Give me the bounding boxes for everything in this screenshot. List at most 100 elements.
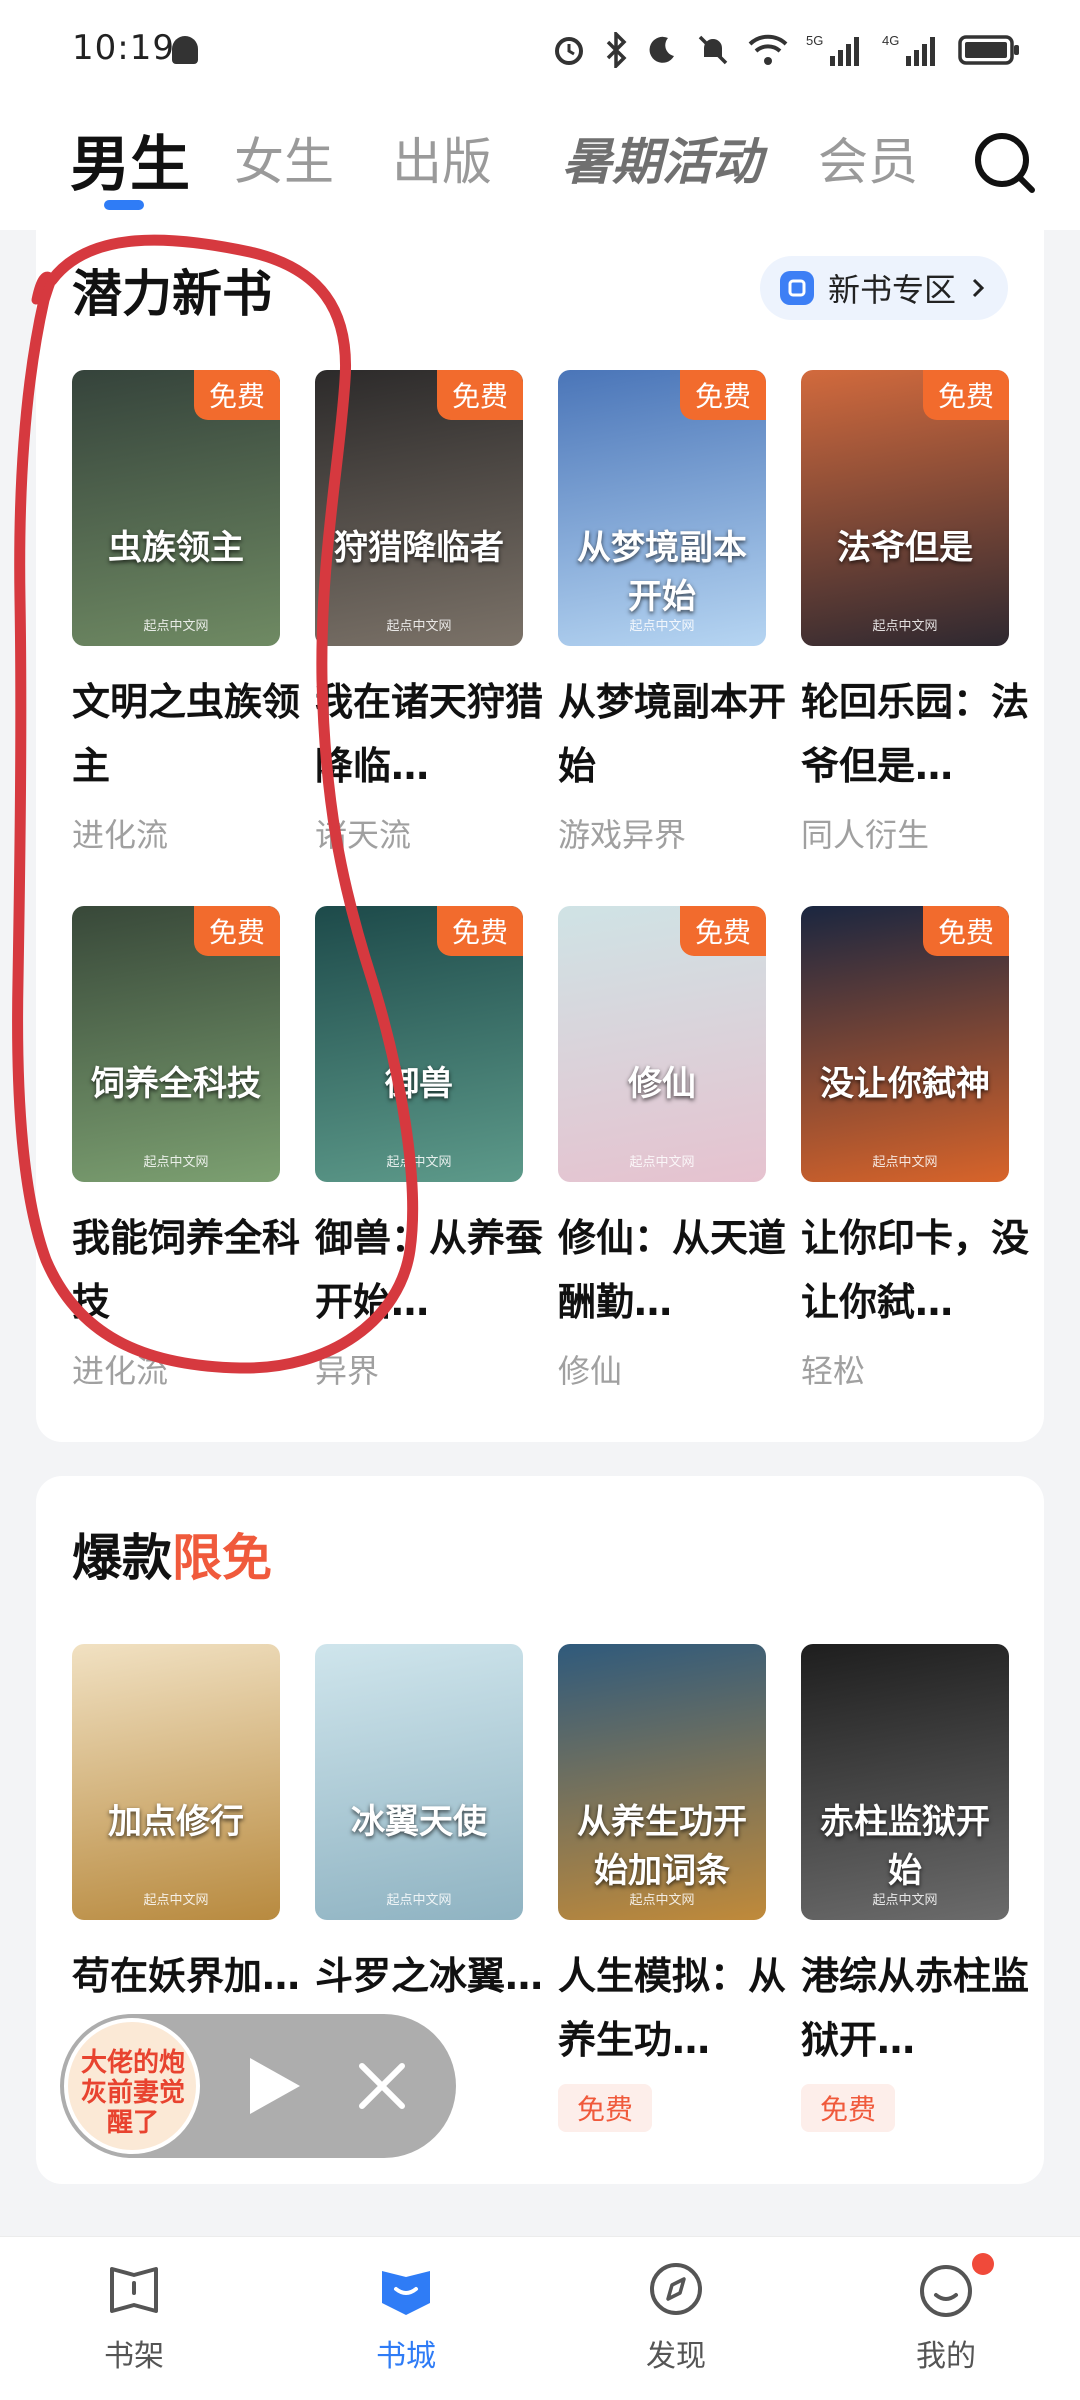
cover-title: 御兽 xyxy=(385,1064,453,1104)
nav-bookshelf-label: 书架 xyxy=(104,2339,164,2374)
book-cover[interactable]: 从梦境副本开始起点中文网 免费 xyxy=(558,370,766,646)
new-book-zone-label: 新书专区 xyxy=(827,271,956,309)
cover-publisher: 起点中文网 xyxy=(386,1893,452,1908)
book-genre: 异界 xyxy=(315,1352,380,1390)
book-title[interactable]: 御兽：从养蚕开始… xyxy=(315,1206,545,1334)
top-tabs: 男生 女生 出版 暑期活动 会员 xyxy=(0,100,1080,230)
tab-girls[interactable]: 女生 xyxy=(234,122,334,194)
cover-publisher: 起点中文网 xyxy=(386,1155,452,1170)
status-time: 10:19 xyxy=(72,28,175,68)
cover-publisher: 起点中文网 xyxy=(143,619,209,634)
bookstore-icon xyxy=(382,2271,430,2315)
cover-publisher: 起点中文网 xyxy=(629,1155,695,1170)
nav-discover-label: 发现 xyxy=(646,2339,706,2374)
new-book-zone-button[interactable]: 新书专区 xyxy=(759,256,1008,320)
book-genre: 同人衍生 xyxy=(801,816,930,854)
cover-title: 修仙 xyxy=(628,1064,696,1104)
cover-title: 没让你弑神 xyxy=(820,1064,990,1104)
book-title[interactable]: 让你印卡，没让你弑… xyxy=(801,1206,1031,1334)
cover-publisher: 起点中文网 xyxy=(143,1155,209,1170)
free-badge: 免费 xyxy=(801,2084,895,2132)
book-cover[interactable]: 饲养全科技 起点中文网 免费 xyxy=(72,906,280,1182)
book-title[interactable]: 从梦境副本开始 xyxy=(558,670,788,798)
wifi-icon xyxy=(748,34,788,65)
tab-summer-event[interactable]: 暑期活动 xyxy=(562,122,762,194)
status-icons: 5G 4G xyxy=(552,28,1020,72)
cover-publisher: 起点中文网 xyxy=(872,1893,938,1908)
close-icon[interactable] xyxy=(356,2060,408,2112)
free-tag: 免费 xyxy=(923,906,1009,956)
notification-ghost-icon xyxy=(172,36,198,64)
book-cover[interactable]: 法爷但是 起点中文网 免费 xyxy=(801,370,1009,646)
profile-icon xyxy=(920,2265,972,2317)
free-tag: 免费 xyxy=(194,370,280,420)
alarm-icon xyxy=(555,37,583,65)
nav-bookshelf[interactable]: 书架 xyxy=(64,2257,204,2375)
free-tag: 免费 xyxy=(680,370,766,420)
free-tag: 免费 xyxy=(437,906,523,956)
book-cover[interactable]: 修仙起点中文网 免费 xyxy=(558,906,766,1182)
cover-title: 从梦境副本开始 xyxy=(577,528,747,617)
audio-book-cover[interactable]: 大佬的炮灰前妻觉醒了 xyxy=(64,2018,200,2154)
cover-title: 狩猎降临者 xyxy=(334,528,504,568)
moon-icon xyxy=(649,36,674,63)
network-2-label: 4G xyxy=(882,33,899,48)
floating-audio-player[interactable]: 大佬的炮灰前妻觉醒了 xyxy=(60,2014,456,2158)
bottom-nav: 书架 书城 发现 我的 xyxy=(0,2236,1080,2400)
book-cover[interactable]: 没让你弑神 起点中文网 免费 xyxy=(801,906,1009,1182)
book-title[interactable]: 轮回乐园：法爷但是… xyxy=(801,670,1031,798)
book-title[interactable]: 港综从赤柱监狱开… xyxy=(801,1944,1031,2072)
signal-4g-icon: 4G xyxy=(882,33,935,66)
book-genre: 轻松 xyxy=(801,1352,866,1390)
book-cover[interactable]: 狩猎降临者 起点中文网 免费 xyxy=(315,370,523,646)
nav-profile[interactable]: 我的 xyxy=(876,2253,1016,2375)
cover-publisher: 起点中文网 xyxy=(872,619,938,634)
book-cover[interactable]: 从养生功开始加词条 起点中文网 xyxy=(558,1644,766,1920)
tab-boys[interactable]: 男生 xyxy=(70,116,190,203)
book-genre: 诸天流 xyxy=(315,816,412,854)
book-cover[interactable]: 御兽起点中文网 免费 xyxy=(315,906,523,1182)
bookshelf-icon xyxy=(110,2267,158,2313)
tab-membership[interactable]: 会员 xyxy=(818,122,918,194)
section-title-accent: 限免 xyxy=(172,1529,272,1587)
nav-discover[interactable]: 发现 xyxy=(606,2257,746,2375)
book-title[interactable]: 修仙：从天道酬勤… xyxy=(558,1206,788,1334)
cover-publisher: 起点中文网 xyxy=(629,619,695,634)
nav-profile-label: 我的 xyxy=(916,2339,976,2374)
status-bar: 10:19 5G 4G xyxy=(0,0,1080,100)
cover-title: 虫族领主 xyxy=(108,528,244,568)
cover-title: 加点修行 xyxy=(108,1802,244,1842)
free-badge: 免费 xyxy=(558,2084,652,2132)
book-genre: 进化流 xyxy=(72,1352,169,1390)
book-title[interactable]: 文明之虫族领主 xyxy=(72,670,302,798)
section-new-books: 潜力新书 新书专区 虫族领主 起点中文网 免费 文明之虫族领主 进化流 狩猎降临者 起点中文… xyxy=(36,226,1044,1442)
book-title[interactable]: 我在诸天狩猎降临… xyxy=(315,670,545,798)
tab-publishing[interactable]: 出版 xyxy=(392,122,492,194)
book-cover[interactable]: 冰翼天使 起点中文网 xyxy=(315,1644,523,1920)
compass-icon xyxy=(650,2263,702,2315)
section-title-main: 爆款 xyxy=(72,1529,172,1587)
play-icon[interactable] xyxy=(244,2054,304,2118)
nav-bookstore[interactable]: 书城 xyxy=(336,2257,476,2375)
network-1-label: 5G xyxy=(806,33,823,48)
section-title: 潜力新书 xyxy=(72,265,272,323)
audio-book-cover-text: 大佬的炮灰前妻觉醒了 xyxy=(80,2048,185,2138)
book-cover[interactable]: 加点修行 起点中文网 xyxy=(72,1644,280,1920)
battery-icon xyxy=(958,35,1019,65)
section-title: 爆款限免 xyxy=(72,1518,272,1590)
mute-icon xyxy=(698,35,728,65)
cover-title: 饲养全科技 xyxy=(91,1064,261,1104)
book-cover[interactable]: 虫族领主起点中文网 免费 xyxy=(72,370,280,646)
cover-publisher: 起点中文网 xyxy=(629,1893,695,1908)
book-title[interactable]: 人生模拟：从养生功… xyxy=(558,1944,788,2072)
book-genre: 修仙 xyxy=(558,1352,623,1390)
book-genre: 游戏异界 xyxy=(558,816,687,854)
notification-dot xyxy=(972,2253,994,2275)
cover-title: 赤柱监狱开始 xyxy=(820,1802,990,1891)
book-cover[interactable]: 赤柱监狱开始起点中文网 xyxy=(801,1644,1009,1920)
tab-active-indicator xyxy=(104,200,144,210)
book-title[interactable]: 我能饲养全科技 xyxy=(72,1206,302,1334)
search-icon[interactable] xyxy=(970,128,1038,196)
book-genre: 进化流 xyxy=(72,816,169,854)
free-tag: 免费 xyxy=(680,906,766,956)
